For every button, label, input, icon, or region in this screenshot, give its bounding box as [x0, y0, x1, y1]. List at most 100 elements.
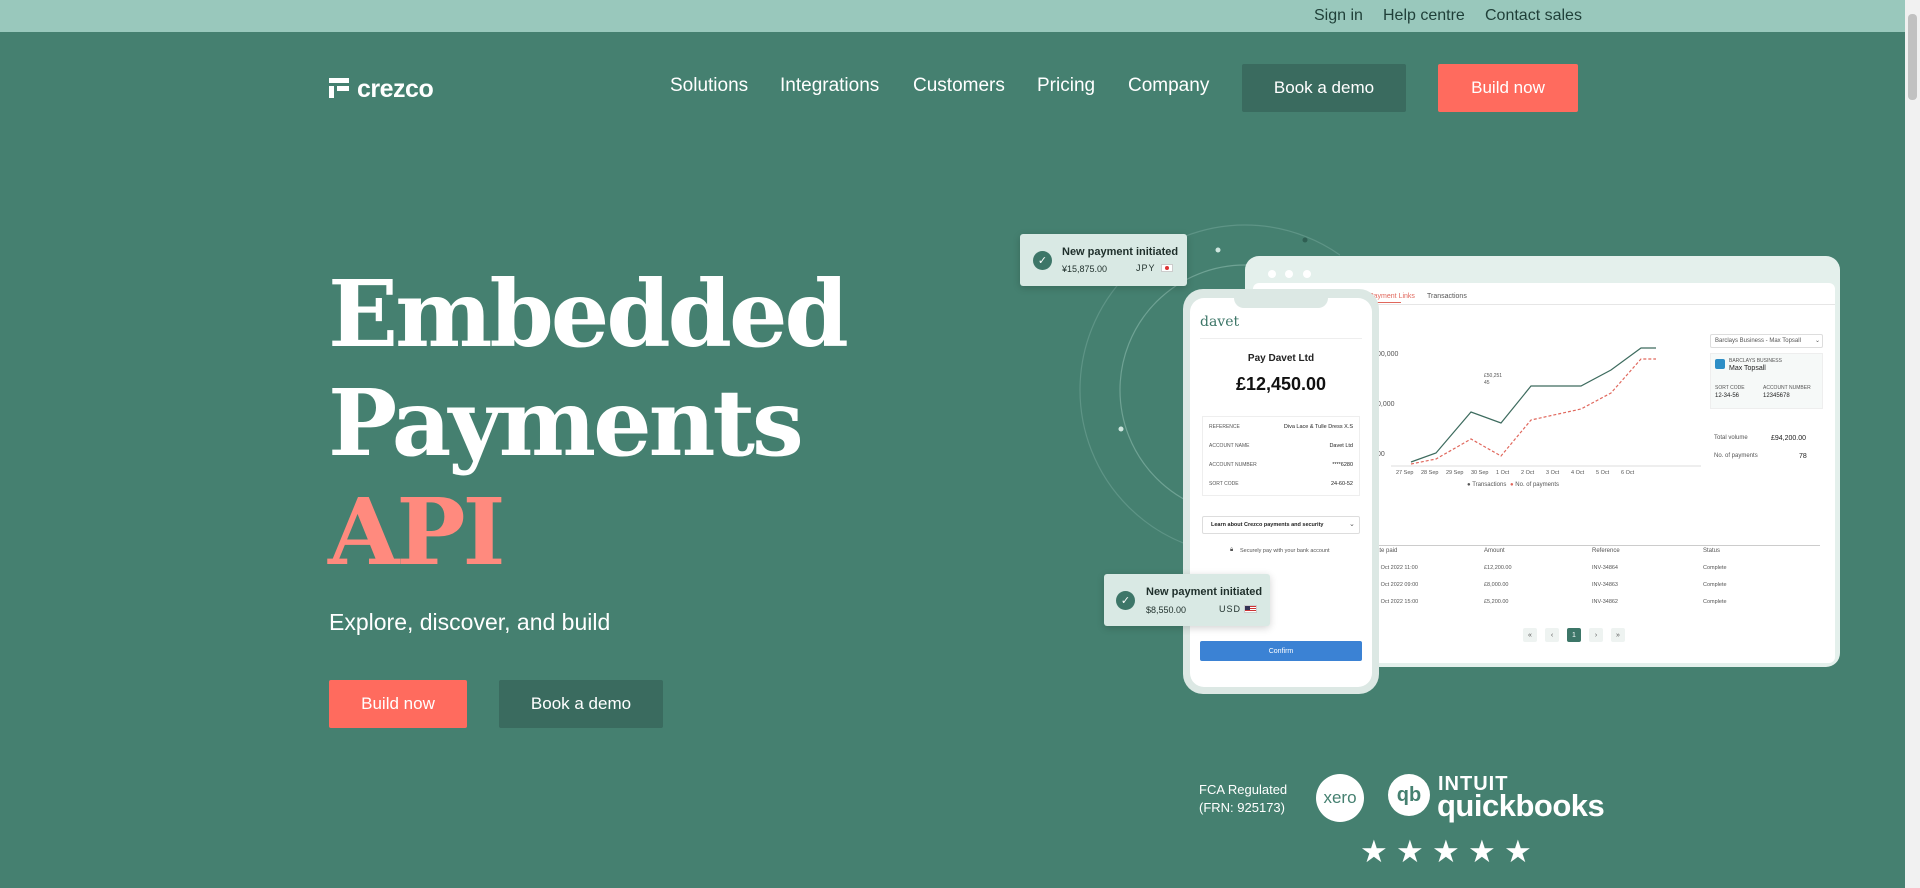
- col-date-paid: ate paid: [1376, 548, 1398, 554]
- fca-regulated: FCA Regulated (FRN: 925173): [1199, 782, 1288, 815]
- table-cell: INV-34864: [1592, 565, 1618, 571]
- field-label: ACCOUNT NAME: [1209, 443, 1250, 449]
- pagination-item[interactable]: «: [1523, 628, 1537, 642]
- nav-solutions[interactable]: Solutions: [670, 75, 748, 97]
- volume-chart: [1391, 347, 1701, 467]
- us-flag-icon: [1244, 605, 1257, 613]
- japan-flag-icon: [1161, 264, 1173, 272]
- x-tick: 4 Oct: [1571, 470, 1585, 476]
- window-dots: [1268, 265, 1311, 283]
- pagination-item[interactable]: ‹: [1545, 628, 1559, 642]
- quickbooks-icon: qb: [1388, 774, 1430, 816]
- x-tick: 28 Sep: [1421, 470, 1439, 476]
- col-amount: Amount: [1484, 548, 1505, 554]
- account-select[interactable]: Barclays Business - Max Topsall ⌄: [1710, 334, 1823, 348]
- hero-subtitle: Explore, discover, and build: [329, 609, 611, 635]
- nav-integrations[interactable]: Integrations: [780, 75, 879, 97]
- field-value: ****6280: [1332, 462, 1353, 468]
- crezco-logo[interactable]: crezco: [329, 74, 434, 103]
- pagination-item[interactable]: 1: [1567, 628, 1581, 642]
- legend-payments: ● No. of payments: [1510, 482, 1559, 488]
- x-tick: 29 Sep: [1446, 470, 1464, 476]
- x-tick: 3 Oct: [1546, 470, 1560, 476]
- table-cell: Complete: [1703, 599, 1727, 605]
- payment-details: REFERENCE Diva Lace & Tulle Dress X.S ACCO…: [1202, 416, 1360, 496]
- pay-to-label: Pay Davet Ltd: [1247, 353, 1315, 364]
- table-cell: INV-34863: [1592, 582, 1618, 588]
- pagination: « ‹ 1 › »: [1523, 628, 1625, 642]
- confirm-button[interactable]: Confirm: [1200, 641, 1362, 661]
- field-value: Diva Lace & Tulle Dress X.S: [1283, 424, 1353, 430]
- crezco-logo-icon: [329, 78, 349, 98]
- hero-title-line-3: API: [328, 478, 506, 586]
- tab-transactions[interactable]: Transactions: [1427, 293, 1467, 300]
- secure-text: Securely pay with your bank account: [1240, 548, 1330, 554]
- learn-security-dropdown[interactable]: Learn about Crezco payments and security…: [1202, 516, 1360, 534]
- x-tick: 30 Sep: [1471, 470, 1489, 476]
- legend-transactions: ● Transactions: [1467, 482, 1507, 488]
- field-label: REFERENCE: [1209, 424, 1240, 430]
- table-cell: £8,000.00: [1484, 582, 1509, 588]
- logo-text: crezco: [357, 74, 434, 103]
- hero-title-line-1: Embedded: [328, 260, 849, 368]
- xero-logo: xero: [1316, 774, 1364, 822]
- hero-build-now-button[interactable]: Build now: [329, 680, 467, 728]
- star-icon: ★: [1432, 834, 1460, 869]
- lock-icon: 🔒︎: [1230, 547, 1234, 553]
- phone-screen: davet Pay Davet Ltd £12,450.00 REFERENCE…: [1190, 298, 1372, 687]
- toast-title: New payment initiated: [1062, 246, 1179, 258]
- field-label: ACCOUNT NUMBER: [1209, 462, 1257, 468]
- star-icon: ★: [1360, 834, 1388, 869]
- table-cell: 5 Oct 2022 09:00: [1376, 582, 1419, 588]
- scrollbar-thumb[interactable]: [1908, 14, 1917, 100]
- nav-company[interactable]: Company: [1128, 75, 1209, 97]
- davet-logo: davet: [1200, 314, 1240, 330]
- table-cell: £12,200.00: [1484, 565, 1512, 571]
- sign-in-link[interactable]: Sign in: [1314, 7, 1363, 25]
- payments-count-value: 78: [1799, 453, 1807, 460]
- quickbooks-text: quickbooks: [1437, 788, 1605, 823]
- contact-sales-link[interactable]: Contact sales: [1485, 7, 1582, 25]
- payment-toast-jpy: ✓ New payment initiated ¥15,875.00 JPY: [1020, 234, 1187, 286]
- chevron-down-icon: ⌄: [1815, 338, 1821, 344]
- nav-book-demo-button[interactable]: Book a demo: [1242, 64, 1406, 112]
- toast-amount: ¥15,875.00: [1062, 264, 1108, 274]
- nav-pricing[interactable]: Pricing: [1037, 75, 1095, 97]
- table-cell: Complete: [1703, 582, 1727, 588]
- payment-toast-usd: ✓ New payment initiated $8,550.00 USD: [1104, 574, 1270, 626]
- help-centre-link[interactable]: Help centre: [1383, 7, 1465, 25]
- star-icon: ★: [1396, 834, 1424, 869]
- toast-amount: $8,550.00: [1146, 605, 1187, 615]
- field-label: SORT CODE: [1209, 481, 1239, 487]
- page-scrollbar[interactable]: [1905, 0, 1920, 888]
- nav-customers[interactable]: Customers: [913, 75, 1005, 97]
- table-cell: 6 Oct 2022 11:00: [1376, 565, 1418, 571]
- field-value: 24-60-52: [1330, 481, 1353, 487]
- y-tick-2: 0,000: [1377, 401, 1395, 408]
- tooltip-value: £50,251: [1484, 373, 1503, 379]
- nav-build-now-button[interactable]: Build now: [1438, 64, 1578, 112]
- col-reference: Reference: [1592, 548, 1620, 554]
- check-icon: ✓: [1116, 591, 1135, 610]
- x-tick: 1 Oct: [1496, 470, 1510, 476]
- total-volume-label: Total volume: [1714, 435, 1748, 441]
- tooltip-count: 45: [1484, 380, 1490, 386]
- x-tick: 5 Oct: [1596, 470, 1610, 476]
- star-icon: ★: [1468, 834, 1496, 869]
- top-utility-bar: Sign in Help centre Contact sales: [0, 0, 1920, 32]
- barclays-icon: [1715, 359, 1725, 369]
- toast-currency: JPY: [1136, 263, 1156, 273]
- table-cell: 4 Oct 2022 15:00: [1376, 599, 1419, 605]
- field-value: Davet Ltd: [1329, 443, 1353, 449]
- table-cell: INV-34862: [1592, 599, 1618, 605]
- payments-line: [1410, 358, 1656, 465]
- table-cell: Complete: [1703, 565, 1727, 571]
- total-volume-value: £94,200.00: [1771, 435, 1807, 442]
- x-tick: 6 Oct: [1621, 470, 1635, 476]
- pagination-item[interactable]: »: [1611, 628, 1625, 642]
- pagination-item[interactable]: ›: [1589, 628, 1603, 642]
- x-tick: 2 Oct: [1521, 470, 1535, 476]
- toast-title: New payment initiated: [1146, 586, 1263, 598]
- hero-book-demo-button[interactable]: Book a demo: [499, 680, 663, 728]
- table-cell: £5,200.00: [1484, 599, 1509, 605]
